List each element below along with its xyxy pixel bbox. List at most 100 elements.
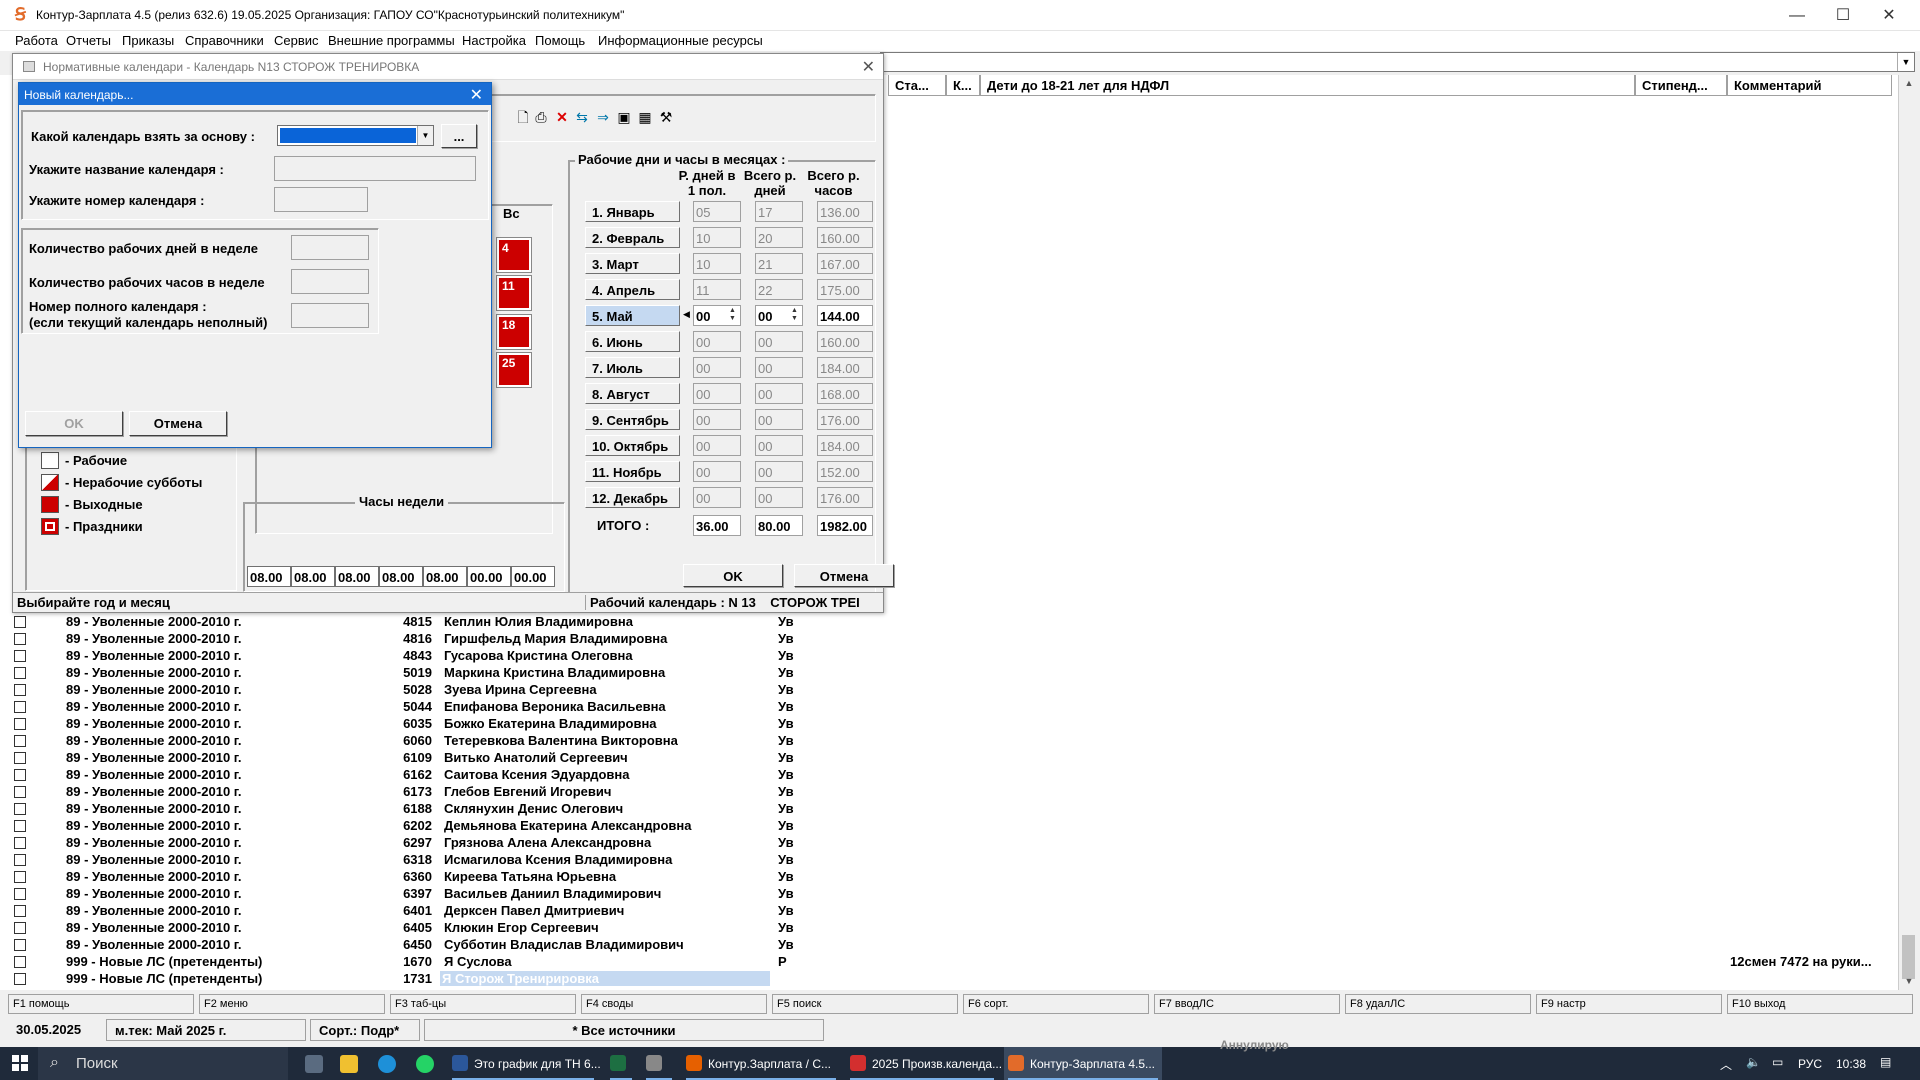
properties-icon[interactable]: ▣ (616, 109, 632, 125)
week-hour-cell[interactable]: 00.00 (511, 566, 555, 587)
week-hour-cell[interactable]: 08.00 (291, 566, 335, 587)
file-explorer-icon[interactable] (340, 1055, 358, 1073)
month-button[interactable]: 4. Апрель (585, 279, 680, 300)
menu-orders[interactable]: Приказы (122, 33, 174, 48)
row-checkbox[interactable] (14, 633, 26, 645)
fkey-f8[interactable]: F8 удалЛС (1345, 994, 1531, 1014)
calendar-cancel-button[interactable]: Отмена (794, 564, 894, 587)
table-row[interactable]: 89 - Уволенные 2000-2010 г. 4816 Гиршфел… (0, 630, 1898, 647)
taskbar-search[interactable]: Поиск ⌕ (38, 1047, 288, 1080)
fkey-f5[interactable]: F5 поиск (772, 994, 958, 1014)
table-row[interactable]: 89 - Уволенные 2000-2010 г. 6401 Дерксен… (0, 902, 1898, 919)
fkey-f6[interactable]: F6 сорт. (963, 994, 1149, 1014)
row-checkbox[interactable] (14, 973, 26, 985)
col-header-status[interactable]: Ста... (888, 75, 946, 96)
table-row[interactable]: 89 - Уволенные 2000-2010 г. 6109 Витько … (0, 749, 1898, 766)
table-row[interactable]: 89 - Уволенные 2000-2010 г. 6060 Тетерев… (0, 732, 1898, 749)
fkey-f1[interactable]: F1 помощь (8, 994, 194, 1014)
month-button[interactable]: 11. Ноябрь (585, 461, 680, 482)
row-checkbox[interactable] (14, 718, 26, 730)
fkey-f7[interactable]: F7 вводЛС (1154, 994, 1340, 1014)
row-checkbox[interactable] (14, 786, 26, 798)
taskbar-app[interactable]: Контур-Зарплата 4.5... (1004, 1047, 1162, 1080)
row-checkbox[interactable] (14, 701, 26, 713)
browse-button[interactable]: ... (441, 124, 477, 148)
taskbar-app[interactable] (642, 1047, 676, 1080)
fkey-f2[interactable]: F2 меню (199, 994, 385, 1014)
row-checkbox[interactable] (14, 616, 26, 628)
month-button[interactable]: 12. Декабрь (585, 487, 680, 508)
calendar-number-input[interactable] (274, 187, 368, 212)
row-checkbox[interactable] (14, 769, 26, 781)
menu-reports[interactable]: Отчеты (66, 33, 111, 48)
table-row[interactable]: 89 - Уволенные 2000-2010 г. 6450 Субботи… (0, 936, 1898, 953)
row-checkbox[interactable] (14, 735, 26, 747)
taskbar-app[interactable]: Это график для ТН 6... (448, 1047, 601, 1080)
delete-icon[interactable]: ✕ (554, 109, 570, 125)
row-checkbox[interactable] (14, 650, 26, 662)
minimize-button[interactable]: — (1774, 0, 1820, 31)
row-checkbox[interactable] (14, 939, 26, 951)
table-row[interactable]: 89 - Уволенные 2000-2010 г. 6035 Божко Е… (0, 715, 1898, 732)
row-checkbox[interactable] (14, 837, 26, 849)
language-indicator[interactable]: РУС (1798, 1057, 1822, 1071)
fkey-f4[interactable]: F4 своды (581, 994, 767, 1014)
month-button[interactable]: 2. Февраль (585, 227, 680, 248)
table-row[interactable]: 89 - Уволенные 2000-2010 г. 6397 Василье… (0, 885, 1898, 902)
taskbar-app[interactable] (606, 1047, 636, 1080)
row-checkbox[interactable] (14, 905, 26, 917)
spinner-icon[interactable]: ▲ ▼ (788, 307, 801, 324)
table-row[interactable]: 89 - Уволенные 2000-2010 г. 5019 Маркина… (0, 664, 1898, 681)
grid-scrollbar[interactable]: ▲ ▼ (1898, 75, 1918, 990)
fkey-f3[interactable]: F3 таб-цы (390, 994, 576, 1014)
menu-settings[interactable]: Настройка (462, 33, 526, 48)
table-row[interactable]: 89 - Уволенные 2000-2010 г. 6318 Исмагил… (0, 851, 1898, 868)
month-total-hours[interactable]: 144.00 (817, 305, 873, 326)
close-icon[interactable]: ✕ (470, 85, 483, 105)
chevron-down-icon[interactable]: ▼ (1897, 53, 1914, 71)
row-checkbox[interactable] (14, 888, 26, 900)
row-checkbox[interactable] (14, 922, 26, 934)
month-button[interactable]: 5. Май (585, 305, 680, 326)
col-header-stipend[interactable]: Стипенд... (1635, 75, 1727, 96)
row-checkbox[interactable] (14, 667, 26, 679)
menu-work[interactable]: Работа (15, 33, 58, 48)
new-calendar-ok-button[interactable]: OK (25, 411, 123, 436)
month-days-half[interactable]: 00 ▲ ▼ (693, 305, 741, 326)
menu-info[interactable]: Информационные ресурсы (598, 33, 763, 48)
table-row[interactable]: 89 - Уволенные 2000-2010 г. 5044 Епифано… (0, 698, 1898, 715)
month-button[interactable]: 9. Сентябрь (585, 409, 680, 430)
scroll-up-icon[interactable]: ▲ (1899, 75, 1919, 91)
calendar-name-input[interactable] (274, 156, 476, 181)
table-row[interactable]: 89 - Уволенные 2000-2010 г. 6202 Демьяно… (0, 817, 1898, 834)
month-button[interactable]: 7. Июль (585, 357, 680, 378)
day-cell[interactable]: 4 (497, 238, 531, 272)
table-row[interactable]: 89 - Уволенные 2000-2010 г. 4815 Кеплин … (0, 613, 1898, 630)
col-header-k[interactable]: К... (946, 75, 980, 96)
copy-icon[interactable]: ⇆ (574, 109, 590, 125)
month-button[interactable]: 8. Август (585, 383, 680, 404)
col-header-children[interactable]: Дети до 18-21 лет для НДФЛ (980, 75, 1635, 96)
menu-references[interactable]: Справочники (185, 33, 264, 48)
row-checkbox[interactable] (14, 854, 26, 866)
table-row[interactable]: 89 - Уволенные 2000-2010 г. 6162 Саитова… (0, 766, 1898, 783)
month-button[interactable]: 6. Июнь (585, 331, 680, 352)
work-days-input[interactable] (291, 235, 369, 260)
maximize-button[interactable]: ☐ (1820, 0, 1866, 31)
task-view-icon[interactable] (305, 1055, 323, 1073)
menu-service[interactable]: Сервис (274, 33, 319, 48)
new-doc-icon[interactable]: 🗋 (515, 109, 531, 125)
table-row[interactable]: 89 - Уволенные 2000-2010 г. 6188 Склянух… (0, 800, 1898, 817)
paste-icon[interactable]: ⇒ (595, 109, 611, 125)
menu-help[interactable]: Помощь (535, 33, 585, 48)
table-row[interactable]: 999 - Новые ЛС (претенденты) 1670 Я Сусл… (0, 953, 1898, 970)
row-checkbox[interactable] (14, 956, 26, 968)
table-row[interactable]: 999 - Новые ЛС (претенденты) 1731 Я Стор… (0, 970, 1898, 987)
close-button[interactable]: ✕ (1866, 0, 1912, 31)
table-icon[interactable]: ▦ (637, 109, 653, 125)
row-checkbox[interactable] (14, 684, 26, 696)
calendar-ok-button[interactable]: OK (683, 564, 783, 587)
work-hours-input[interactable] (291, 269, 369, 294)
month-button[interactable]: 1. Январь (585, 201, 680, 222)
windows-start-icon[interactable] (12, 1055, 28, 1071)
